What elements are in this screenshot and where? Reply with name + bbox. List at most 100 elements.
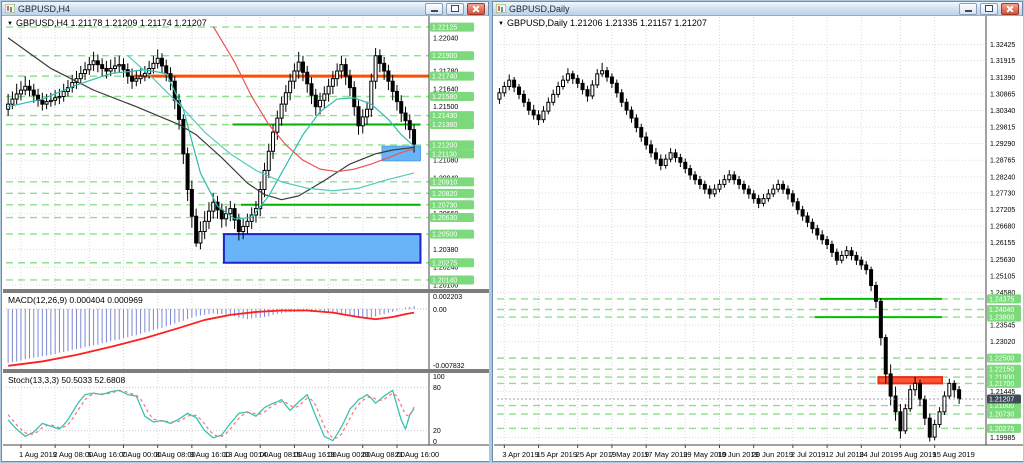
svg-text:1.21000: 1.21000 xyxy=(989,403,1014,410)
svg-text:12 Jul 2019: 12 Jul 2019 xyxy=(825,450,864,459)
svg-text:1.25630: 1.25630 xyxy=(990,257,1015,264)
restore-icon xyxy=(451,5,459,12)
close-button[interactable] xyxy=(467,2,485,15)
svg-text:1.21900: 1.21900 xyxy=(432,53,457,60)
svg-text:21 Aug 16:00: 21 Aug 16:00 xyxy=(395,450,439,459)
close-icon xyxy=(472,5,480,13)
svg-text:1.32425: 1.32425 xyxy=(990,42,1015,49)
svg-text:3 Apr 2019: 3 Apr 2019 xyxy=(502,450,538,459)
svg-text:1.29815: 1.29815 xyxy=(990,125,1015,132)
svg-text:17 May 2019: 17 May 2019 xyxy=(644,450,687,459)
symbol-dropdown-icon[interactable]: ▼ xyxy=(7,21,13,27)
svg-text:1.21080: 1.21080 xyxy=(433,158,458,165)
window-titlebar[interactable]: GBPUSD,H4 xyxy=(2,2,488,16)
minimize-button[interactable] xyxy=(425,2,443,15)
svg-text:1.19985: 1.19985 xyxy=(990,435,1015,442)
supply-zone-rect[interactable] xyxy=(877,376,943,385)
svg-text:20 Jun 2019: 20 Jun 2019 xyxy=(752,450,793,459)
svg-text:1.30340: 1.30340 xyxy=(990,108,1015,115)
macd-axis-label: 0.002203 xyxy=(433,294,462,301)
svg-text:24 Jul 2019: 24 Jul 2019 xyxy=(859,450,898,459)
svg-text:1.31915: 1.31915 xyxy=(990,58,1015,65)
svg-text:1.23020: 1.23020 xyxy=(990,339,1015,346)
svg-text:1.30865: 1.30865 xyxy=(990,91,1015,98)
pane-separator[interactable] xyxy=(3,289,489,293)
svg-text:1.20730: 1.20730 xyxy=(432,202,457,209)
minimize-icon xyxy=(964,9,972,12)
stoch-axis-label: 80 xyxy=(433,385,441,392)
chart-canvas-h4[interactable]: 1.220401.217801.216401.215001.210801.209… xyxy=(3,16,489,461)
svg-text:1.22500: 1.22500 xyxy=(989,356,1014,363)
close-button[interactable] xyxy=(1001,2,1019,15)
svg-text:1.20380: 1.20380 xyxy=(433,247,458,254)
stoch-axis-label: 100 xyxy=(433,374,445,381)
daily-chart: 1.32425 1.31915 1.31390 1.30865 1.30340 1.298… xyxy=(494,16,1023,461)
ohlc-text: GBPUSD,Daily 1.21206 1.21335 1.21157 1.2… xyxy=(506,18,707,28)
svg-text:1.20500: 1.20500 xyxy=(432,232,457,239)
svg-text:1.20910: 1.20910 xyxy=(432,179,457,186)
svg-text:1.28240: 1.28240 xyxy=(990,174,1015,181)
svg-text:15 Aug 2019: 15 Aug 2019 xyxy=(933,450,975,459)
window-titlebar[interactable]: GBPUSD,Daily xyxy=(493,2,1022,16)
svg-text:1.21700: 1.21700 xyxy=(989,381,1014,388)
svg-text:1.21430: 1.21430 xyxy=(432,113,457,120)
svg-text:1.26155: 1.26155 xyxy=(990,240,1015,247)
svg-text:1.21360: 1.21360 xyxy=(432,122,457,129)
macd-axis-label: 0.00 xyxy=(433,307,447,314)
svg-text:1.21200: 1.21200 xyxy=(432,142,457,149)
svg-text:1.31390: 1.31390 xyxy=(990,75,1015,82)
svg-text:1.22040: 1.22040 xyxy=(433,35,458,42)
window-title: GBPUSD,Daily xyxy=(509,3,570,14)
chart-info-line: ▼ GBPUSD,Daily 1.21206 1.21335 1.21157 1.… xyxy=(498,18,707,28)
chart-info-line: ▼ GBPUSD,H4 1.21178 1.21209 1.21174 1.212… xyxy=(7,18,207,28)
restore-button[interactable] xyxy=(446,2,464,15)
svg-text:1.28765: 1.28765 xyxy=(990,158,1015,165)
svg-text:5 Aug 2019: 5 Aug 2019 xyxy=(898,450,936,459)
chart-canvas-daily[interactable]: 1.32425 1.31915 1.31390 1.30865 1.30340 1.298… xyxy=(494,16,1023,461)
stoch-axis-label: 0 xyxy=(433,439,437,446)
restore-button[interactable] xyxy=(980,2,998,15)
price-zone-rect[interactable] xyxy=(381,145,421,162)
svg-text:1.21740: 1.21740 xyxy=(432,74,457,81)
svg-text:1 Aug 2019: 1 Aug 2019 xyxy=(19,450,57,459)
svg-text:1.26680: 1.26680 xyxy=(990,224,1015,231)
pane-separator[interactable] xyxy=(3,369,489,373)
stoch-indicator-label: Stoch(13,3,3) 50.5033 52.6808 xyxy=(8,375,126,385)
svg-text:1.21500: 1.21500 xyxy=(433,104,458,111)
demand-zone-rect[interactable] xyxy=(222,233,422,264)
close-icon xyxy=(1006,5,1014,13)
chart-window-gbpusd-daily: GBPUSD,Daily 1.32425 1.31915 1.31390 1.3086… xyxy=(492,1,1023,462)
stoch-axis-label: 20 xyxy=(433,428,441,435)
chart-icon xyxy=(496,4,506,13)
restore-icon xyxy=(985,5,993,12)
minimize-icon xyxy=(430,9,438,12)
chart-icon xyxy=(5,4,15,13)
svg-text:1.20630: 1.20630 xyxy=(432,215,457,222)
svg-text:1.27730: 1.27730 xyxy=(990,190,1015,197)
minimize-button[interactable] xyxy=(959,2,977,15)
svg-text:1.20140: 1.20140 xyxy=(432,277,457,284)
macd-indicator-label: MACD(12,26,9) 0.000404 0.000969 xyxy=(8,295,143,305)
svg-text:1.24375: 1.24375 xyxy=(989,296,1014,303)
svg-text:1.21130: 1.21130 xyxy=(432,151,457,158)
svg-text:1.22125: 1.22125 xyxy=(432,25,457,32)
window-title: GBPUSD,H4 xyxy=(18,3,71,14)
macd-axis-label: -0.007832 xyxy=(433,363,465,370)
svg-text:15 Apr 2019: 15 Apr 2019 xyxy=(537,450,577,459)
h4-chart: 1.220401.217801.216401.215001.210801.209… xyxy=(3,16,489,461)
mdi-workspace: GBPUSD,H4 1.220401.217801.216401.215001.… xyxy=(0,0,1024,463)
svg-text:1.21580: 1.21580 xyxy=(432,94,457,101)
svg-text:1.21207: 1.21207 xyxy=(989,396,1014,403)
svg-text:1.25105: 1.25105 xyxy=(990,273,1015,280)
ohlc-text: GBPUSD,H4 1.21178 1.21209 1.21174 1.2120… xyxy=(15,18,207,28)
svg-text:1.20275: 1.20275 xyxy=(989,426,1014,433)
svg-text:1.29290: 1.29290 xyxy=(990,141,1015,148)
svg-text:1.27205: 1.27205 xyxy=(990,207,1015,214)
svg-text:1.20730: 1.20730 xyxy=(989,412,1014,419)
symbol-dropdown-icon[interactable]: ▼ xyxy=(498,21,504,27)
svg-text:1.20275: 1.20275 xyxy=(432,260,457,267)
svg-text:1.20820: 1.20820 xyxy=(432,191,457,198)
svg-text:2 Jul 2019: 2 Jul 2019 xyxy=(791,450,826,459)
chart-window-gbpusd-h4: GBPUSD,H4 1.220401.217801.216401.215001.… xyxy=(1,1,489,462)
svg-text:1.23800: 1.23800 xyxy=(989,315,1014,322)
